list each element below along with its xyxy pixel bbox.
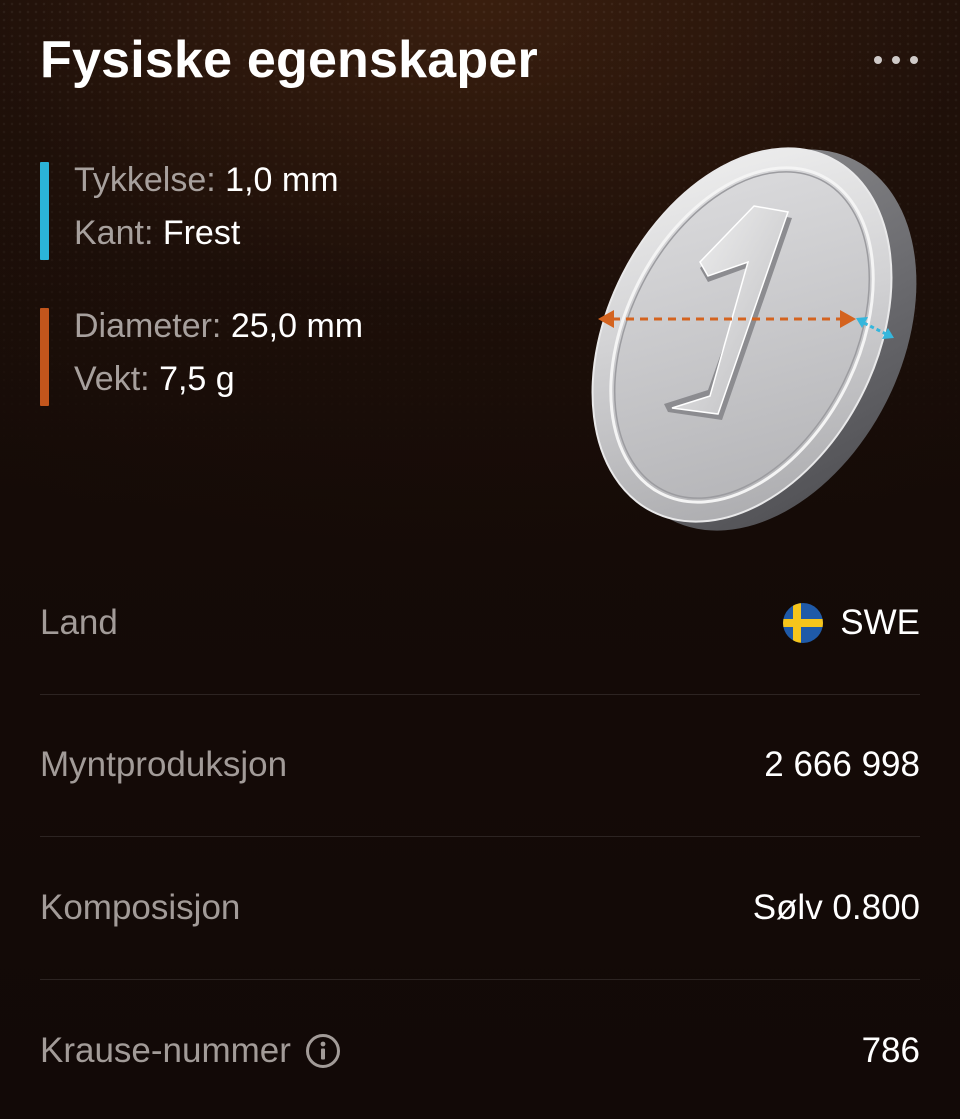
detail-row-krause: Krause-nummer 786 — [40, 980, 920, 1119]
spec-diameter: Diameter: 25,0 mm — [74, 300, 363, 353]
edge-value: Frest — [162, 214, 241, 252]
diameter-label: Diameter: — [74, 307, 222, 345]
detail-row-mintage: Myntproduksjon 2 666 998 — [40, 695, 920, 837]
weight-label: Vekt: — [74, 360, 150, 398]
thickness-label: Tykkelse: — [74, 161, 216, 199]
country-label: Land — [40, 602, 118, 642]
details-list: Land SWE Myntproduksjon 2 666 998 Kompos… — [40, 552, 920, 1119]
spec-edge: Kant: Frest — [74, 207, 339, 260]
more-options-button[interactable] — [870, 48, 922, 72]
detail-row-composition: Komposisjon Sølv 0.800 — [40, 837, 920, 980]
face-color-bar — [40, 308, 49, 406]
mintage-value: 2 666 998 — [764, 745, 920, 785]
diameter-value: 25,0 mm — [230, 307, 364, 345]
sweden-flag-icon — [783, 602, 824, 643]
thickness-value: 1,0 mm — [225, 161, 339, 199]
spec-group-edge: Tykkelse: 1,0 mm Kant: Frest — [40, 154, 339, 260]
edge-label: Kant: — [74, 214, 154, 252]
edge-color-bar — [40, 162, 49, 260]
detail-row-country: Land SWE — [40, 552, 920, 695]
coin-body — [591, 147, 917, 531]
more-horizontal-icon — [874, 56, 882, 64]
info-icon[interactable] — [305, 1033, 341, 1069]
krause-value: 786 — [861, 1030, 920, 1070]
weight-value: 7,5 g — [159, 360, 235, 398]
krause-label: Krause-nummer — [40, 1030, 291, 1070]
page-title: Fysiske egenskaper — [40, 31, 538, 89]
mintage-label: Myntproduksjon — [40, 745, 288, 785]
composition-value: Sølv 0.800 — [752, 887, 920, 927]
krause-label-wrap: Krause-nummer — [40, 1031, 341, 1071]
country-value: SWE — [840, 602, 920, 642]
country-value-wrap: SWE — [782, 602, 920, 644]
spec-thickness: Tykkelse: 1,0 mm — [74, 154, 339, 207]
coin-illustration — [591, 147, 917, 531]
spec-weight: Vekt: 7,5 g — [74, 353, 363, 406]
spec-group-face: Diameter: 25,0 mm Vekt: 7,5 g — [40, 300, 363, 406]
composition-label: Komposisjon — [40, 887, 241, 927]
